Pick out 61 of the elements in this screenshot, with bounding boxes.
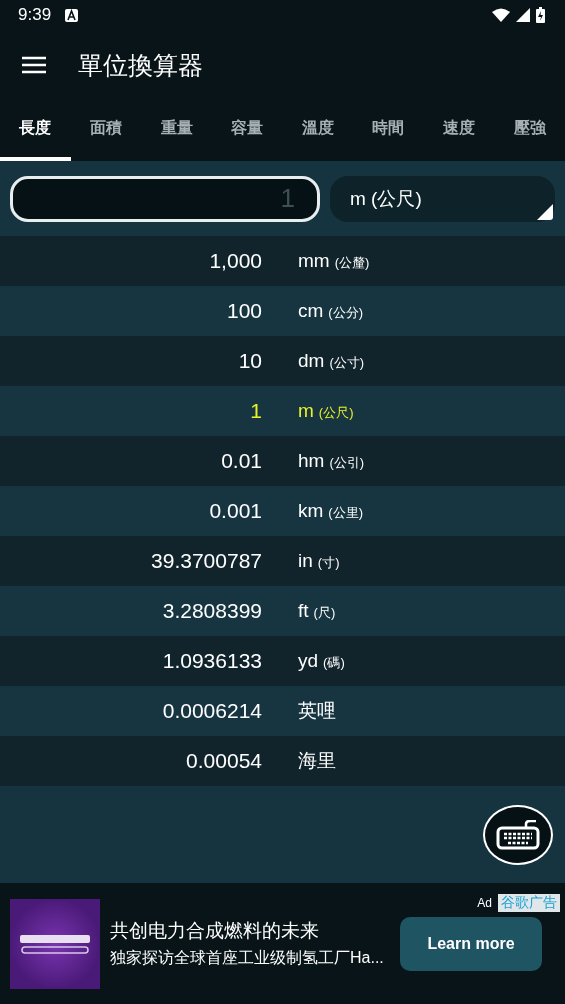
category-tab[interactable]: 壓強 [494, 100, 565, 161]
unit-note: (公釐) [334, 254, 370, 272]
result-row[interactable]: 10 dm (公寸) [0, 336, 565, 386]
unit-dropdown[interactable]: m (公尺) [330, 175, 555, 222]
category-tab[interactable]: 溫度 [282, 100, 354, 161]
battery-icon [536, 7, 545, 23]
result-row[interactable]: 0.00054 海里 [0, 736, 565, 786]
ad-headline[interactable]: 共创电力合成燃料的未来 [110, 918, 390, 944]
unit-note: (公寸) [329, 354, 365, 372]
unit-note: (公尺) [318, 404, 354, 422]
unit-note: (尺) [313, 604, 336, 622]
unit-name: ft [298, 600, 309, 622]
category-tab[interactable]: 速度 [423, 100, 495, 161]
unit-name: in [298, 550, 313, 572]
result-value: 0.0006214 [161, 699, 262, 723]
result-value: 0.00054 [185, 749, 262, 773]
result-row[interactable]: 1,000 mm (公釐) [0, 236, 565, 286]
unit-name: m [298, 400, 314, 422]
unit-note: (公引) [329, 454, 365, 472]
category-tab[interactable]: 重量 [141, 100, 212, 161]
unit-note: (碼) [323, 654, 345, 672]
unit-name: hm [298, 450, 325, 472]
unit-name: 海里 [298, 749, 336, 773]
unit-note: (公分) [328, 304, 363, 322]
value-input-field[interactable]: 1 [10, 175, 320, 222]
unit-name: dm [298, 350, 325, 372]
result-value: 1.0936133 [161, 649, 262, 673]
dropdown-corner-icon [537, 203, 553, 220]
unit-note: (寸) [317, 554, 340, 572]
unit-name: km [298, 500, 324, 522]
result-value: 1,000 [208, 249, 262, 273]
category-tab[interactable]: 容量 [211, 100, 283, 161]
ad-network-label: 谷歌广告 [498, 894, 560, 912]
keyboard-notification-icon [65, 8, 79, 22]
result-value: 0.001 [208, 499, 262, 523]
result-value: 10 [237, 349, 262, 373]
result-value: 1 [249, 399, 262, 423]
result-row[interactable]: 1.0936133 yd (碼) [0, 636, 565, 686]
menu-icon[interactable] [22, 56, 46, 74]
category-tab[interactable]: 面積 [70, 100, 142, 161]
learn-more-button[interactable]: Learn more [400, 916, 542, 971]
category-tab[interactable]: 時間 [353, 100, 424, 161]
unit-name: mm [298, 250, 330, 272]
category-tab[interactable]: 長度 [0, 100, 71, 161]
result-value: 0.01 [220, 449, 262, 473]
result-row[interactable]: 0.01 hm (公引) [0, 436, 565, 486]
ad-label: Ad [477, 896, 492, 910]
signal-icon [516, 8, 530, 22]
unit-name: cm [298, 300, 324, 322]
result-value: 100 [225, 299, 262, 323]
unit-name: yd [298, 650, 319, 672]
app-title: 單位換算器 [78, 49, 203, 81]
wifi-icon [492, 8, 510, 22]
result-row[interactable]: 39.3700787 in (寸) [0, 536, 565, 586]
keyboard-icon [496, 819, 540, 850]
result-value: 39.3700787 [150, 549, 262, 573]
unit-note: (公里) [328, 504, 363, 522]
ad-description[interactable]: 独家探访全球首座工业级制氢工厂Ha... [110, 948, 390, 969]
result-value: 3.2808399 [161, 599, 262, 623]
unit-name: 英哩 [298, 699, 336, 723]
clock-time: 9:39 [18, 5, 52, 25]
